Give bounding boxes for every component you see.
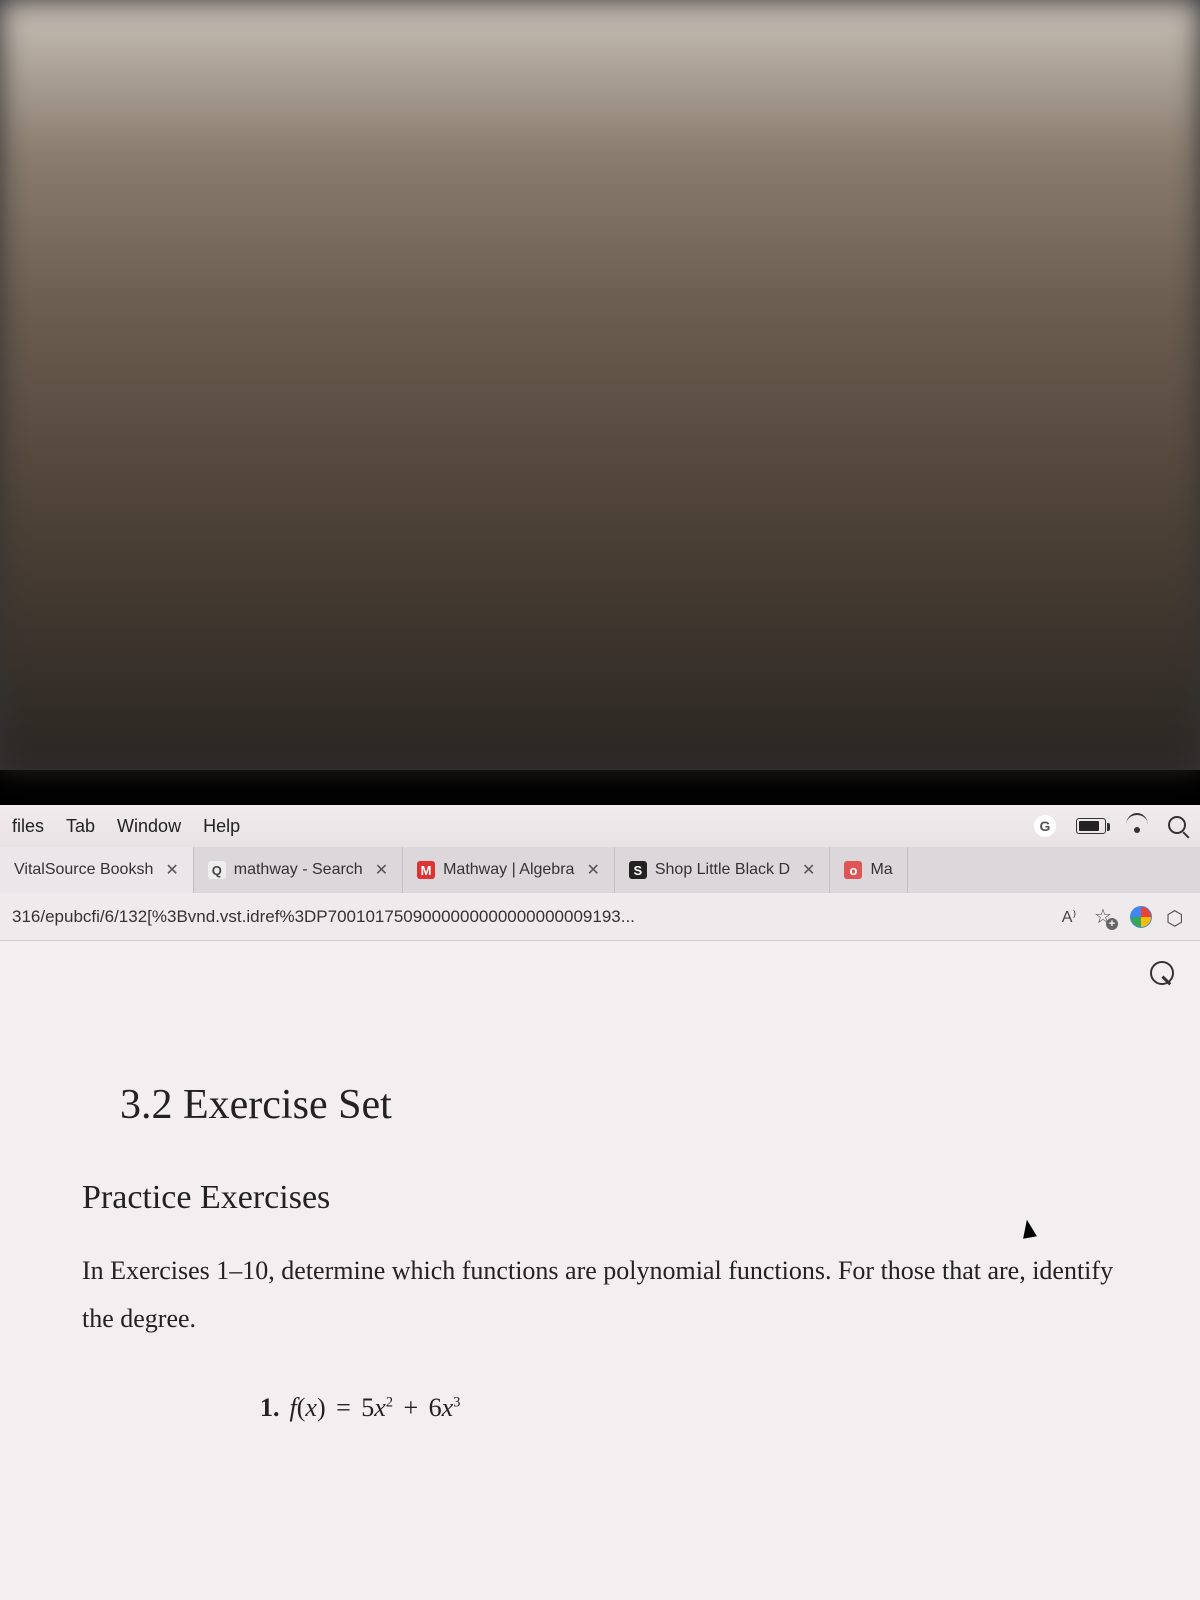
page-search-button[interactable] — [1150, 961, 1170, 986]
tab-label: Mathway | Algebra — [443, 861, 574, 879]
exercise-number: 1. — [260, 1393, 280, 1423]
browser-addressbar: 316/epubcfi/6/132[%3Bvnd.vst.idref%3DP70… — [0, 893, 1200, 941]
menu-files[interactable]: files — [12, 816, 44, 837]
extensions-icon[interactable]: ⬡ — [1166, 906, 1188, 928]
wifi-icon[interactable] — [1126, 815, 1148, 837]
close-icon[interactable]: ✕ — [375, 860, 388, 880]
tab-partial[interactable]: o Ma — [830, 847, 907, 893]
tab-shop-little-black[interactable]: S Shop Little Black D ✕ — [615, 847, 831, 893]
background-photo — [0, 0, 1200, 770]
exercise-1: 1. f(x) = 5x2 + 6x3 — [260, 1393, 1130, 1423]
tab-vitalsource[interactable]: VitalSource Booksh ✕ — [0, 847, 194, 893]
battery-icon[interactable] — [1076, 818, 1106, 834]
tab-label: VitalSource Booksh — [14, 861, 153, 879]
tab-label: Shop Little Black D — [655, 861, 790, 879]
google-profile-icon[interactable] — [1130, 906, 1152, 928]
spotlight-search-icon[interactable] — [1168, 816, 1188, 836]
tab-label: Ma — [870, 861, 892, 879]
os-menubar: files Tab Window Help G — [0, 805, 1200, 847]
url-text[interactable]: 316/epubcfi/6/132[%3Bvnd.vst.idref%3DP70… — [12, 907, 1044, 927]
menu-window[interactable]: Window — [117, 816, 181, 837]
laptop-bezel — [0, 770, 1200, 805]
search-favicon-icon: Q — [208, 861, 226, 879]
close-icon[interactable]: ✕ — [802, 860, 815, 880]
search-icon — [1150, 961, 1170, 981]
section-title: 3.2 Exercise Set — [120, 1081, 1130, 1129]
close-icon[interactable]: ✕ — [165, 860, 178, 880]
page-content: 3.2 Exercise Set Practice Exercises In E… — [0, 941, 1200, 1600]
partial-favicon-icon: o — [844, 861, 862, 879]
mathway-favicon-icon: M — [417, 861, 435, 879]
tab-mathway-algebra[interactable]: M Mathway | Algebra ✕ — [403, 847, 615, 893]
practice-exercises-heading: Practice Exercises — [82, 1179, 1130, 1217]
favorites-icon[interactable]: + — [1094, 906, 1116, 928]
shop-favicon-icon: S — [629, 861, 647, 879]
exercise-instruction: In Exercises 1–10, determine which funct… — [82, 1247, 1118, 1343]
grammarly-menubar-icon[interactable]: G — [1034, 815, 1056, 837]
menu-help[interactable]: Help — [203, 816, 240, 837]
menu-tab[interactable]: Tab — [66, 816, 95, 837]
read-aloud-icon[interactable]: A⁾ — [1058, 906, 1080, 928]
tab-mathway-search[interactable]: Q mathway - Search ✕ — [194, 847, 403, 893]
close-icon[interactable]: ✕ — [586, 860, 599, 880]
tab-label: mathway - Search — [234, 861, 363, 879]
browser-tabbar: VitalSource Booksh ✕ Q mathway - Search … — [0, 847, 1200, 893]
exercise-formula: f(x) = 5x2 + 6x3 — [290, 1393, 461, 1423]
